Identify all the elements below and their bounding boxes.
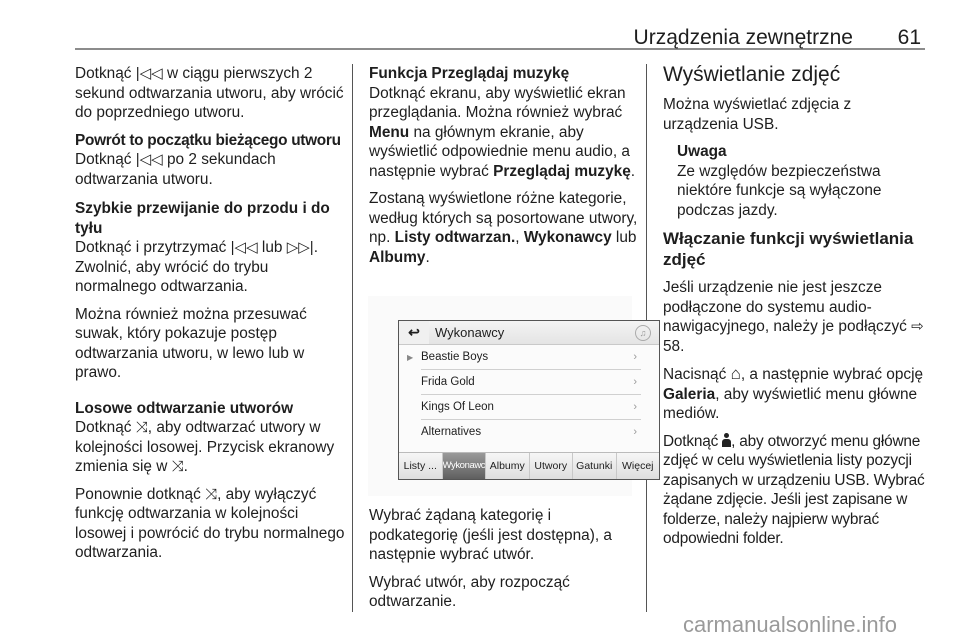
music-note-icon[interactable]: ♫ bbox=[635, 325, 651, 341]
list-item-label: Frida Gold bbox=[421, 376, 475, 388]
person-icon bbox=[722, 432, 732, 447]
back-icon[interactable]: ↩ bbox=[399, 321, 429, 344]
paragraph: Wybrać żądaną kategorię i podkategorię (… bbox=[369, 507, 612, 563]
screen-header: ↩ Wykonawcy ♫ bbox=[399, 321, 659, 345]
paragraph: Zostaną wyświetlone różne kategorie, wed… bbox=[369, 190, 638, 266]
gallery-term: Galeria bbox=[663, 385, 716, 403]
paragraph: Można wyświetlać zdjęcia z urządzenia US… bbox=[663, 96, 852, 133]
chevron-right-icon: › bbox=[633, 401, 637, 413]
column-middle-bottom: Wybrać żądaną kategorię i podkategorię (… bbox=[369, 506, 641, 620]
tab-utwory[interactable]: Utwory bbox=[530, 453, 573, 479]
category-tabs: Listy ... Wykonawcy Albumy Utwory Gatunki Wię… bbox=[399, 452, 659, 479]
section-heading: Wyświetlanie zdjęć bbox=[663, 63, 841, 86]
list-item[interactable]: ▶ Beastie Boys › bbox=[399, 345, 659, 370]
subheading: Powrót to początku bieżącego utworu bbox=[75, 131, 341, 149]
page-number: 61 bbox=[897, 26, 921, 49]
chevron-right-icon: › bbox=[633, 351, 637, 363]
watermark: carmanualsonline.info bbox=[683, 612, 898, 637]
paragraph: Ponownie dotknąć ⤨, aby wyłączyć funkcję… bbox=[75, 485, 345, 562]
chevron-right-icon: › bbox=[633, 376, 637, 388]
note-text: Ze względów bezpieczeństwa niektóre funk… bbox=[677, 162, 882, 219]
list-item-label: Beastie Boys bbox=[421, 351, 489, 363]
now-playing-icon: ▶ bbox=[407, 353, 414, 362]
column-middle: Funkcja Przeglądaj muzykę Dotknąć ekranu… bbox=[369, 64, 641, 275]
shuffle-off-icon: ⤨ bbox=[205, 485, 218, 503]
previous-track-icon: |◁◁ bbox=[135, 151, 163, 168]
column-left: Dotknąć |◁◁ w ciągu pierwszych 2 sekund … bbox=[75, 64, 351, 571]
paragraph: Dotknąć |◁◁ w ciągu pierwszych 2 sekund … bbox=[75, 65, 344, 121]
list-item-label: Kings Of Leon bbox=[421, 401, 494, 413]
column-right: Wyświetlanie zdjęć Można wyświetlać zdję… bbox=[663, 62, 929, 557]
artist-list: ▶ Beastie Boys › Frida Gold › Kings Of Leon › A… bbox=[399, 345, 659, 445]
paragraph: Dotknąć , aby otworzyć menu główne zdjęć… bbox=[663, 432, 925, 547]
tab-więcej[interactable]: Więcej bbox=[617, 453, 660, 479]
browse-music-term: Przeglądaj muzykę bbox=[493, 162, 631, 180]
shuffle-off-icon: ⤨ bbox=[171, 458, 184, 475]
note-title: Uwaga bbox=[677, 143, 727, 160]
paragraph: Losowe odtwarzanie utworów Dotknąć ⤨, ab… bbox=[75, 399, 351, 477]
paragraph: Można również można przesuwać suwak, któ… bbox=[75, 305, 307, 382]
chevron-right-icon: › bbox=[633, 426, 637, 438]
section-title: Urządzenia zewnętrzne bbox=[633, 26, 853, 49]
subheading: Szybkie przewijanie do przodu i do tyłu bbox=[75, 200, 330, 237]
paragraph: Powrót to początku bieżącego utworu Dotk… bbox=[75, 131, 351, 190]
previous-track-icon: |◁◁ bbox=[135, 65, 163, 82]
subheading: Losowe odtwarzanie utworów bbox=[75, 399, 294, 417]
page-reference-arrow-icon: ⇨ bbox=[911, 318, 924, 335]
menu-term: Menu bbox=[369, 123, 410, 141]
subheading: Włączanie funkcji wyświetlania zdjęć bbox=[663, 229, 914, 269]
screen-title: Wykonawcy bbox=[435, 325, 505, 340]
previous-track-icon: |◁◁ bbox=[230, 239, 258, 256]
paragraph: Nacisnąć ⌂, a następnie wybrać opcję Gal… bbox=[663, 364, 924, 422]
column-divider bbox=[352, 64, 353, 612]
subheading: Funkcja Przeglądaj muzykę bbox=[369, 65, 570, 82]
page-header: Urządzenia zewnętrzne 61 bbox=[75, 22, 925, 50]
artists-screen: ↩ Wykonawcy ♫ ▶ Beastie Boys › Frida Gold › K… bbox=[398, 320, 660, 480]
list-item-label: Alternatives bbox=[421, 426, 482, 438]
list-item[interactable]: Alternatives › bbox=[399, 420, 659, 445]
list-item[interactable]: Kings Of Leon › bbox=[399, 395, 659, 420]
next-track-icon: ▷▷| bbox=[286, 239, 314, 256]
note-box: Uwaga Ze względów bezpieczeństwa niektór… bbox=[663, 142, 929, 220]
paragraph: Jeśli urządzenie nie jest jeszcze podłąc… bbox=[663, 279, 924, 355]
tab-wykonawcy[interactable]: Wykonawcy bbox=[442, 453, 486, 479]
tab-listy[interactable]: Listy ... bbox=[399, 453, 443, 479]
home-icon: ⌂ bbox=[730, 364, 741, 383]
list-item[interactable]: Frida Gold › bbox=[399, 370, 659, 395]
tab-gatunki[interactable]: Gatunki bbox=[573, 453, 617, 479]
infotainment-screenshot: ↩ Wykonawcy ♫ ▶ Beastie Boys › Frida Gold › K… bbox=[368, 296, 660, 496]
paragraph: Wybrać utwór, aby rozpocząć odtwarzanie. bbox=[369, 573, 570, 611]
paragraph: Szybkie przewijanie do przodu i do tyłu … bbox=[75, 199, 351, 297]
shuffle-icon: ⤨ bbox=[135, 419, 148, 436]
paragraph: Funkcja Przeglądaj muzykę Dotknąć ekranu… bbox=[369, 64, 641, 181]
tab-albumy[interactable]: Albumy bbox=[486, 453, 530, 479]
